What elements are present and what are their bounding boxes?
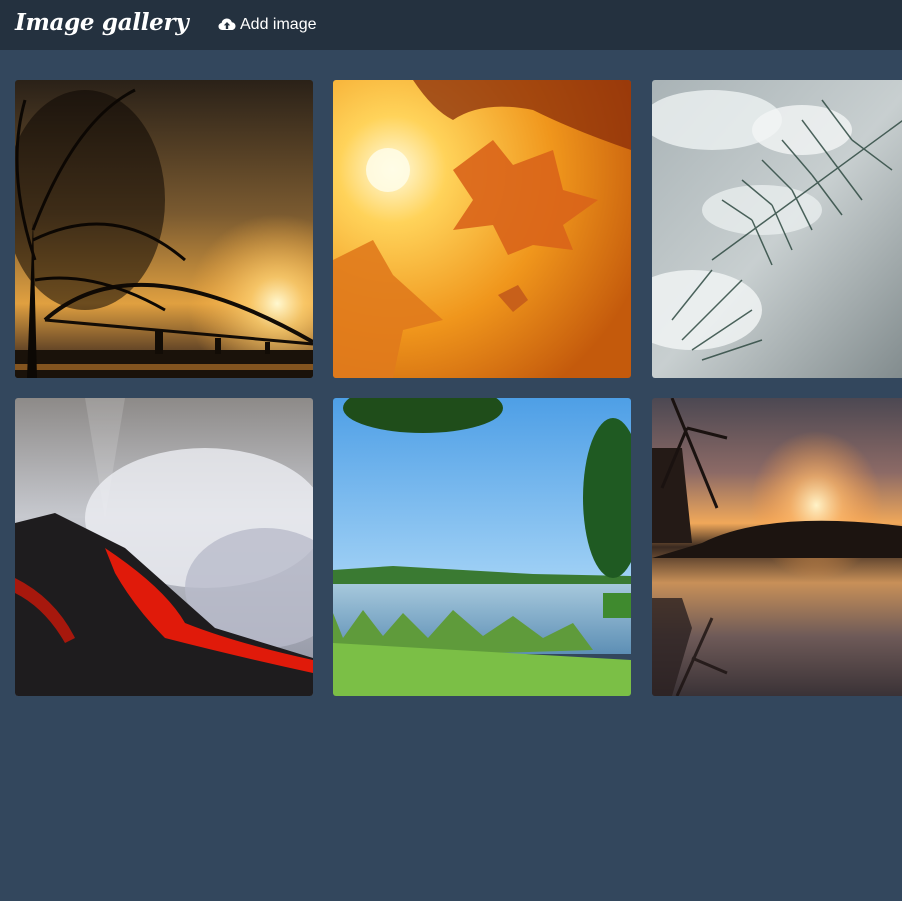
gallery-image-snowy-pine[interactable] (652, 80, 902, 378)
gallery-image-lake-shore[interactable] (333, 398, 631, 696)
gallery-image-autumn-leaves[interactable] (333, 80, 631, 378)
add-image-label: Add image (240, 16, 317, 33)
gallery-image-windmill-sunset[interactable] (652, 398, 902, 696)
image-gallery-grid (15, 80, 902, 720)
cloud-upload-icon (218, 18, 236, 30)
app-title[interactable]: Image gallery (15, 8, 189, 38)
gallery-image-bridge-sunset[interactable] (15, 80, 313, 378)
gallery-image-lava-flow[interactable] (15, 398, 313, 696)
top-navbar: Image gallery Add image (0, 0, 902, 50)
add-image-button[interactable]: Add image (218, 13, 317, 37)
